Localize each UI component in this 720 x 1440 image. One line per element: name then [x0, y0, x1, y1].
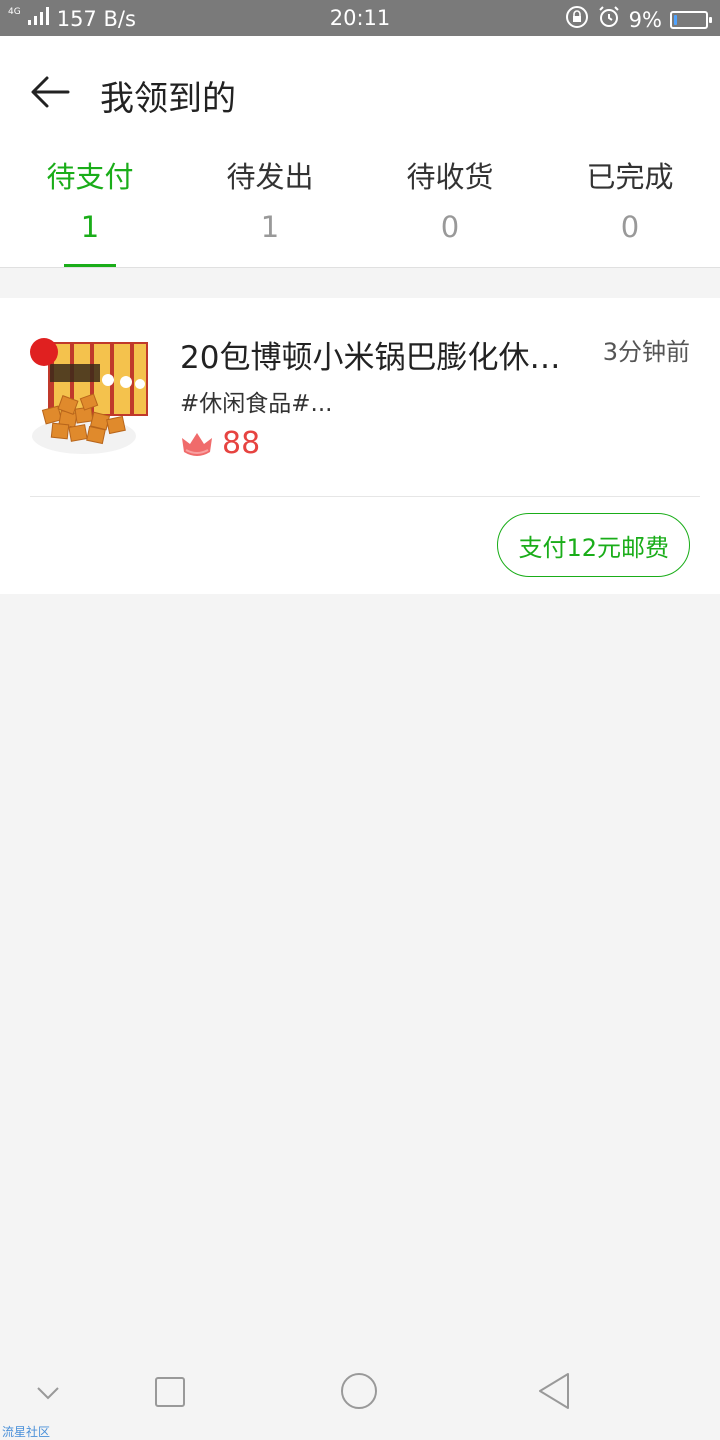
tab-label: 待支付: [46, 160, 134, 194]
square-icon[interactable]: [154, 1376, 186, 1412]
order-tabs: 待支付 1 待发出 1 待收货 0 已完成 0: [0, 154, 720, 268]
tab-label: 待收货: [406, 160, 494, 194]
tab-pending-shipment[interactable]: 待发出 1: [180, 154, 360, 268]
status-right: 9%: [565, 5, 712, 34]
price-row: 88: [180, 426, 260, 461]
rotation-lock-icon: [565, 5, 589, 34]
tab-pending-receipt[interactable]: 待收货 0: [360, 154, 540, 268]
tab-count: 1: [80, 210, 100, 244]
tab-count: 1: [260, 210, 280, 244]
pay-shipping-button[interactable]: 支付12元邮费: [497, 513, 690, 577]
header-divider: [0, 267, 720, 268]
chevron-down-icon[interactable]: [34, 1378, 62, 1410]
order-time: 3分钟前: [602, 338, 690, 366]
order-card[interactable]: 20包博顿小米锅巴膨化休闲食品 3分钟前 #休闲食品#... 88 支付12元邮…: [0, 298, 720, 594]
product-image[interactable]: [30, 338, 152, 460]
system-nav-bar: 流星社区: [0, 1350, 720, 1440]
alarm-icon: [597, 5, 621, 34]
watermark: 流星社区: [2, 1425, 51, 1439]
points-value: 88: [222, 426, 261, 461]
back-button[interactable]: [28, 70, 72, 114]
tab-label: 待发出: [226, 160, 314, 194]
tab-completed[interactable]: 已完成 0: [540, 154, 720, 268]
product-tags: #休闲食品#...: [180, 391, 333, 417]
triangle-back-icon[interactable]: [536, 1372, 572, 1414]
tab-count: 0: [620, 210, 640, 244]
tab-count: 0: [440, 210, 460, 244]
battery-icon: [670, 10, 712, 29]
header: 我领到的 待支付 1 待发出 1 待收货 0 已完成 0: [0, 36, 720, 268]
product-title[interactable]: 20包博顿小米锅巴膨化休闲食品: [180, 332, 590, 377]
points-icon: [182, 432, 212, 456]
battery-fill: [674, 14, 677, 25]
card-divider: [30, 496, 700, 497]
status-bar: 4G 157 B/s 20:11 9%: [0, 0, 720, 36]
tab-label: 已完成: [586, 160, 674, 194]
page-title: 我领到的: [100, 79, 236, 119]
battery-percent: 9%: [628, 7, 662, 32]
tab-pending-payment[interactable]: 待支付 1: [0, 154, 180, 268]
arrow-left-icon: [31, 76, 70, 108]
circle-icon[interactable]: [340, 1372, 378, 1414]
